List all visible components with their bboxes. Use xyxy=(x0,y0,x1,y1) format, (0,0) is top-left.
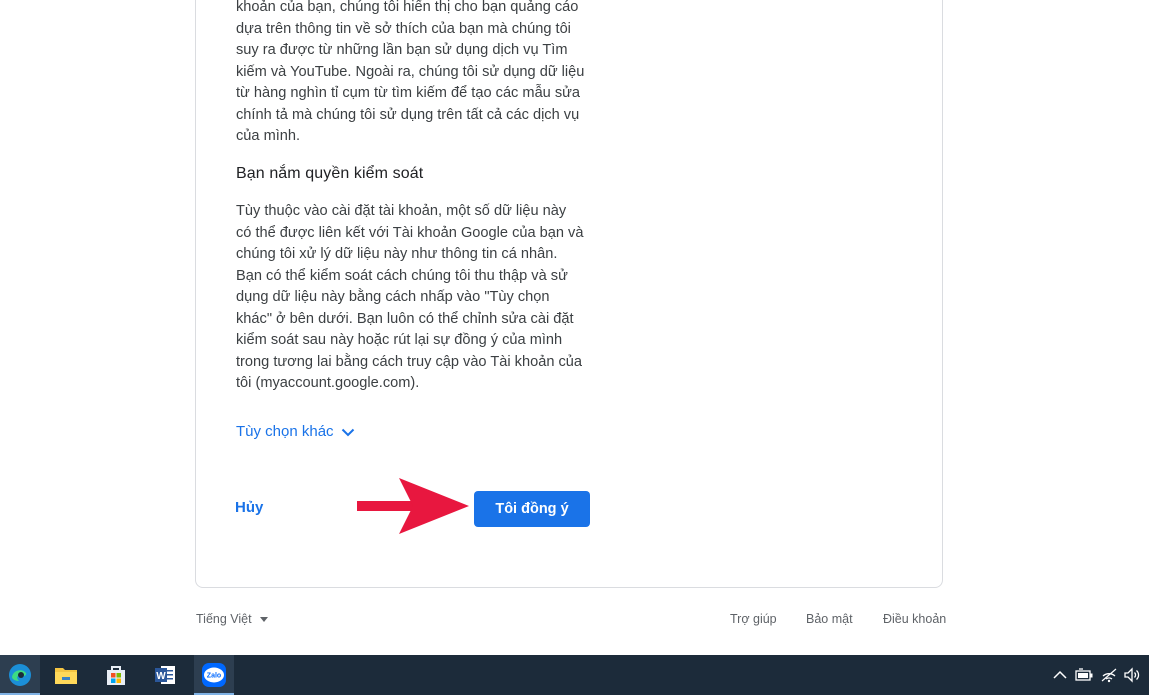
help-link[interactable]: Trợ giúp xyxy=(730,612,777,626)
taskbar-store[interactable] xyxy=(96,655,136,695)
chevron-down-icon xyxy=(341,428,354,436)
taskbar-word[interactable]: W xyxy=(145,655,185,695)
caret-down-icon xyxy=(259,616,268,622)
volume-control[interactable] xyxy=(1121,655,1143,695)
language-label: Tiếng Việt xyxy=(196,612,252,626)
more-options-link[interactable]: Tùy chọn khác xyxy=(236,423,356,440)
language-selector[interactable]: Tiếng Việt xyxy=(196,612,268,626)
control-paragraph: Tùy thuộc vào cài đặt tài khoản, một số … xyxy=(236,203,584,391)
network-status[interactable] xyxy=(1098,655,1120,695)
file-explorer-icon xyxy=(55,668,77,684)
taskbar-zalo[interactable]: Zalo xyxy=(194,655,234,695)
word-icon: W xyxy=(155,666,175,684)
more-options-label: Tùy chọn khác xyxy=(236,423,334,440)
edge-icon xyxy=(9,664,31,686)
personalization-paragraph: khoản của bạn, chúng tôi hiển thị cho bạ… xyxy=(236,0,585,144)
battery-charging-icon xyxy=(1075,668,1093,681)
cancel-button[interactable]: Hủy xyxy=(223,492,275,524)
windows-taskbar: W Zalo xyxy=(0,655,1149,695)
agree-button[interactable]: Tôi đồng ý xyxy=(474,491,590,527)
zalo-label: Zalo xyxy=(207,673,221,680)
taskbar-file-explorer[interactable] xyxy=(46,655,86,695)
annotation-arrow-icon xyxy=(357,478,469,534)
privacy-link[interactable]: Bảo mật xyxy=(806,612,853,626)
chevron-up-icon xyxy=(1053,670,1067,679)
word-letter: W xyxy=(156,671,166,682)
control-heading: Bạn nắm quyền kiểm soát xyxy=(236,165,424,182)
taskbar-edge[interactable] xyxy=(0,655,40,695)
battery-status[interactable] xyxy=(1073,655,1095,695)
wifi-icon xyxy=(1101,668,1117,683)
microsoft-store-icon xyxy=(107,666,125,685)
zalo-icon: Zalo xyxy=(202,663,226,687)
show-hidden-icons[interactable] xyxy=(1050,655,1070,695)
speaker-icon xyxy=(1124,667,1140,683)
terms-link[interactable]: Điều khoản xyxy=(883,612,946,626)
